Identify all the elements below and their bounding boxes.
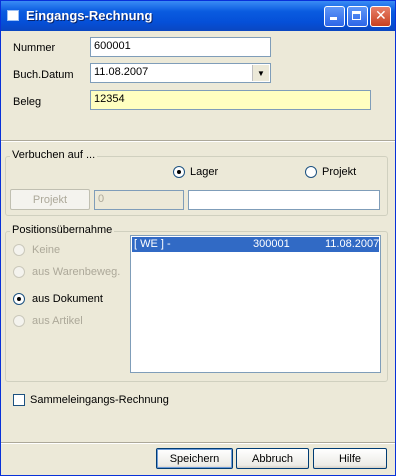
list-item-number: 300001 — [253, 238, 290, 250]
minimize-icon — [330, 17, 337, 20]
radio-lager[interactable] — [173, 166, 185, 178]
verbuchen-group-title: Verbuchen auf ... — [10, 149, 98, 161]
maximize-button[interactable] — [347, 6, 368, 27]
list-item[interactable]: [ WE ] - 300001 11.08.2007 — [132, 237, 379, 252]
radio-keine[interactable] — [13, 244, 25, 256]
minimize-button[interactable] — [324, 6, 345, 27]
radio-keine-label[interactable]: Keine — [32, 244, 60, 256]
radio-dot — [17, 297, 21, 301]
beleg-field[interactable]: 12354 — [90, 90, 371, 110]
radio-lager-label[interactable]: Lager — [190, 166, 218, 178]
projekt-number-field[interactable]: 0 — [94, 190, 184, 210]
radio-warenbeweg-label[interactable]: aus Warenbeweg. — [32, 266, 120, 278]
list-item-date: 11.08.2007 — [325, 238, 380, 250]
radio-projekt[interactable] — [305, 166, 317, 178]
sammel-checkbox-label[interactable]: Sammeleingangs-Rechnung — [30, 394, 169, 406]
radio-dokument[interactable] — [13, 293, 25, 305]
radio-dot — [177, 170, 181, 174]
positions-group-title: Positionsübernahme — [10, 224, 115, 236]
dialog-window: Eingangs-Rechnung ✕ Nummer 600001 Buch.D… — [0, 0, 396, 476]
beleg-label: Beleg — [13, 96, 42, 108]
cancel-button[interactable]: Abbruch — [236, 448, 309, 469]
nummer-label: Nummer — [13, 42, 56, 54]
radio-dokument-label[interactable]: aus Dokument — [32, 293, 103, 305]
radio-warenbeweg[interactable] — [13, 266, 25, 278]
window-icon — [7, 10, 19, 21]
save-button[interactable]: Speichern — [156, 448, 233, 469]
title-bar[interactable]: Eingangs-Rechnung ✕ — [1, 1, 395, 31]
buchdatum-value: 11.08.2007 — [94, 66, 149, 78]
sammel-checkbox[interactable] — [13, 394, 25, 406]
radio-artikel[interactable] — [13, 315, 25, 327]
chevron-down-icon[interactable]: ▼ — [252, 65, 269, 81]
list-item-type: [ WE ] - — [134, 238, 171, 250]
radio-artikel-label[interactable]: aus Artikel — [32, 315, 83, 327]
help-button[interactable]: Hilfe — [313, 448, 387, 469]
window-title: Eingangs-Rechnung — [26, 8, 153, 23]
divider — [1, 140, 395, 142]
close-button[interactable]: ✕ — [370, 6, 391, 27]
buchdatum-label: Buch.Datum — [13, 69, 74, 81]
nummer-field[interactable]: 600001 — [90, 37, 271, 57]
projekt-button[interactable]: Projekt — [10, 189, 90, 210]
projekt-name-field[interactable] — [188, 190, 380, 210]
divider — [1, 442, 395, 444]
close-icon: ✕ — [375, 8, 387, 24]
maximize-icon — [352, 11, 361, 20]
buchdatum-combo[interactable]: 11.08.2007 ▼ — [90, 63, 271, 83]
positions-list[interactable]: [ WE ] - 300001 11.08.2007 — [130, 235, 381, 373]
radio-projekt-label[interactable]: Projekt — [322, 166, 356, 178]
